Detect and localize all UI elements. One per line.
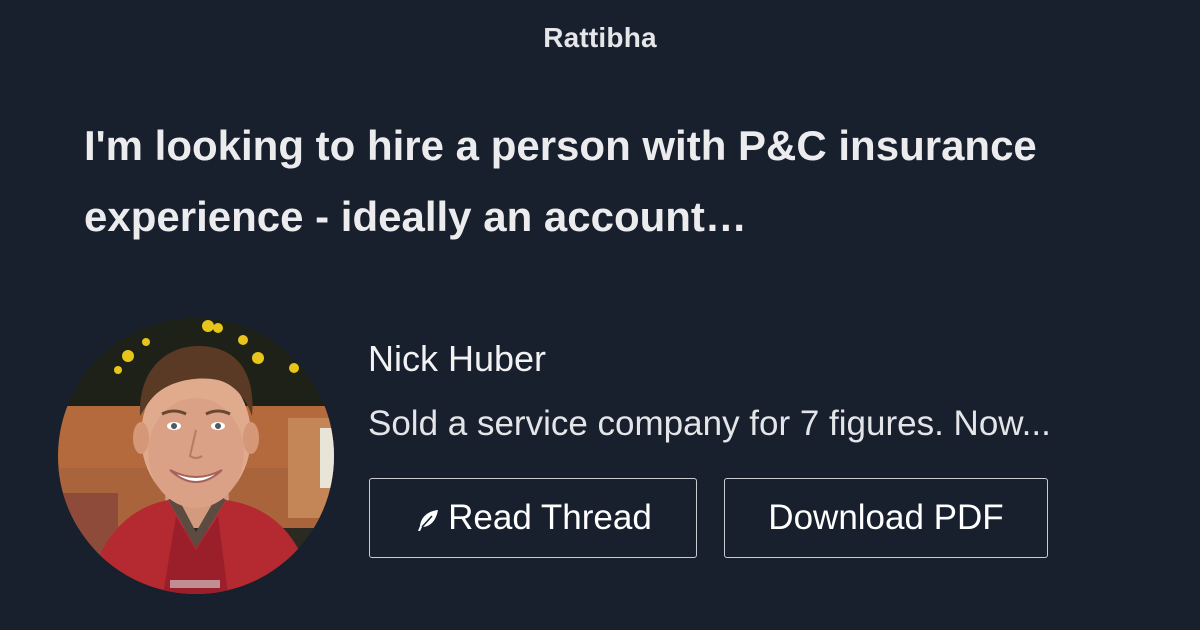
download-pdf-label: Download PDF [768, 498, 1004, 537]
author-bio: Sold a service company for 7 figures. No… [368, 404, 1051, 443]
download-pdf-button[interactable]: Download PDF [724, 478, 1048, 558]
thread-title: I'm looking to hire a person with P&C in… [84, 122, 1037, 240]
read-thread-label: Read Thread [448, 498, 652, 537]
author-name: Nick Huber [368, 338, 547, 379]
author-avatar [58, 318, 334, 594]
read-thread-button[interactable]: Read Thread [369, 478, 697, 558]
feather-icon [414, 504, 442, 532]
brand-name: Rattibha [543, 22, 657, 53]
avatar-photo [58, 318, 334, 594]
